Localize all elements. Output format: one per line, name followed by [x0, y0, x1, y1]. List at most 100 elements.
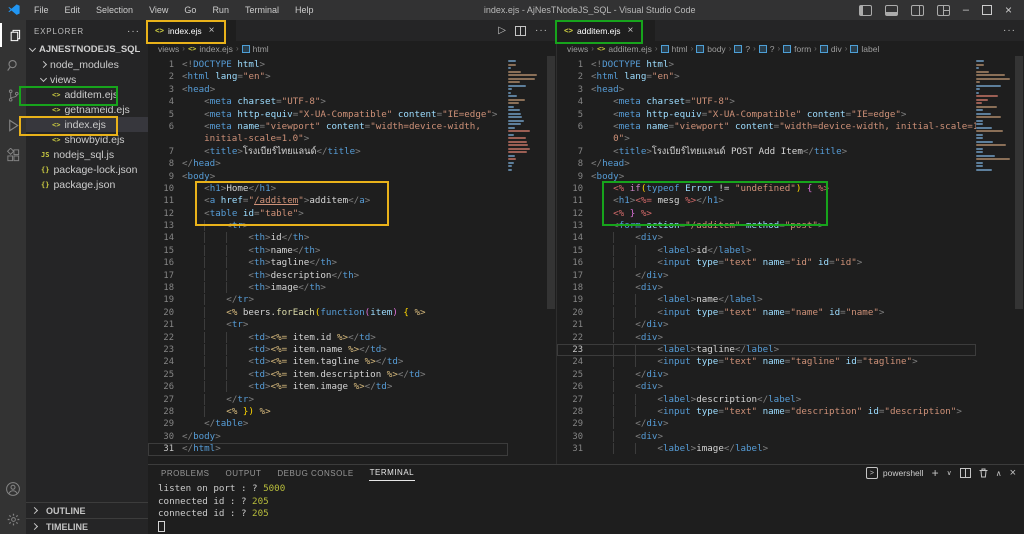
tab-label: index.ejs	[168, 26, 202, 36]
explorer-item-showbyid.ejs[interactable]: <>showbyid.ejs	[26, 132, 148, 147]
tab-index.ejs[interactable]: <>index.ejs×	[148, 20, 237, 41]
line-number: 12	[148, 208, 174, 220]
terminal-dropdown-icon[interactable]: ∨	[947, 469, 952, 477]
minimap[interactable]	[976, 56, 1014, 464]
breadcrumb-item-?[interactable]: ?	[759, 44, 775, 54]
more-actions-icon[interactable]: ···	[535, 25, 548, 36]
breadcrumb-item-body[interactable]: body	[696, 44, 725, 54]
code-line: 27 <label>description</label>	[557, 394, 976, 406]
close-tab-icon[interactable]: ×	[209, 25, 215, 36]
close-panel-icon[interactable]: ×	[1010, 467, 1016, 479]
explorer-icon[interactable]	[0, 20, 26, 50]
toggle-panel-icon[interactable]	[885, 5, 898, 16]
symbol-icon	[734, 45, 742, 53]
restore-button[interactable]	[982, 5, 992, 15]
explorer-more-actions-icon[interactable]: ···	[127, 26, 140, 37]
tab-label: additem.ejs	[577, 26, 620, 36]
breadcrumb-item-additem.ejs[interactable]: <>additem.ejs	[597, 44, 652, 54]
breadcrumb-item-?[interactable]: ?	[734, 44, 750, 54]
search-icon[interactable]	[0, 50, 26, 80]
toggle-sidebar-icon[interactable]	[859, 5, 872, 16]
breadcrumb-item-form[interactable]: form	[783, 44, 811, 54]
breadcrumb-item-views[interactable]: views	[158, 44, 179, 54]
scrollbar-thumb[interactable]	[547, 56, 555, 309]
editor-scrollbar[interactable]	[1014, 56, 1024, 464]
more-actions-icon[interactable]: ···	[1003, 25, 1016, 36]
menu-go[interactable]: Go	[177, 3, 203, 17]
source-control-icon[interactable]	[0, 80, 26, 110]
code-text: <meta name="viewport" content="width=dev…	[583, 121, 976, 133]
minimap[interactable]	[508, 56, 546, 464]
breadcrumb-separator: ›	[655, 44, 658, 53]
menu-view[interactable]: View	[142, 3, 175, 17]
settings-gear-icon[interactable]	[0, 504, 26, 534]
close-button[interactable]: ×	[1005, 5, 1012, 15]
breadcrumb-item-html[interactable]: html	[242, 44, 269, 54]
kill-terminal-icon[interactable]	[979, 468, 988, 478]
toggle-secondary-sidebar-icon[interactable]	[911, 5, 924, 16]
code-text: <% } %>	[583, 208, 652, 220]
line-number: 30	[557, 431, 583, 443]
code-line: 20 <% beers.forEach(function(item) { %>	[148, 307, 508, 319]
minimize-button[interactable]: –	[963, 6, 969, 15]
scrollbar-thumb[interactable]	[1015, 56, 1023, 309]
breadcrumb-item-html[interactable]: html	[661, 44, 688, 54]
split-terminal-icon[interactable]	[960, 468, 971, 478]
menu-selection[interactable]: Selection	[89, 3, 140, 17]
run-and-debug-icon[interactable]	[0, 110, 26, 140]
breadcrumb-item-index.ejs[interactable]: <>index.ejs	[188, 44, 233, 54]
panel-tab-debug-console[interactable]: DEBUG CONSOLE	[276, 466, 354, 481]
vscode-window: FileEditSelectionViewGoRunTerminalHelp i…	[0, 0, 1024, 534]
close-tab-icon[interactable]: ×	[628, 25, 634, 36]
explorer-item-package-lock.json[interactable]: {}package-lock.json	[26, 162, 148, 177]
panel-tab-terminal[interactable]: TERMINAL	[369, 465, 415, 481]
line-number: 11	[557, 195, 583, 207]
line-number: 19	[148, 294, 174, 306]
menu-edit[interactable]: Edit	[58, 3, 88, 17]
menu-terminal[interactable]: Terminal	[238, 3, 286, 17]
split-editor-icon[interactable]	[515, 26, 526, 36]
terminal-output[interactable]: listen on port : ? 5000connected id : ? …	[148, 481, 1024, 534]
symbol-icon	[661, 45, 669, 53]
code-text: <label>tagline</label>	[583, 344, 779, 356]
code-text: <title>โรงเบียร์ไทยแลนด์ POST Add Item</…	[583, 146, 847, 158]
code-line: 3<head>	[148, 84, 508, 96]
run-button[interactable]: ▷	[498, 25, 506, 36]
customize-layout-icon[interactable]	[937, 5, 950, 16]
sidebar-section-timeline[interactable]: TIMELINE	[26, 518, 148, 534]
breadcrumb-item-div[interactable]: div	[820, 44, 842, 54]
panel-tab-output[interactable]: OUTPUT	[224, 466, 262, 481]
menu-run[interactable]: Run	[205, 3, 236, 17]
explorer-item-getnameid.ejs[interactable]: <>getnameid.ejs	[26, 102, 148, 117]
account-icon[interactable]	[0, 474, 26, 504]
explorer-item-node_modules[interactable]: node_modules	[26, 57, 148, 72]
new-terminal-icon[interactable]: +	[932, 466, 939, 480]
menu-file[interactable]: File	[27, 3, 56, 17]
extensions-icon[interactable]	[0, 140, 26, 170]
code-line: 31 <label>image</label>	[557, 443, 976, 455]
code-line: 7 <title>โรงเบียร์ไทยแลนด์ POST Add Item…	[557, 146, 976, 158]
code-text: <meta charset="UTF-8">	[174, 96, 326, 108]
maximize-panel-icon[interactable]: ∧	[996, 469, 1002, 478]
code-lines[interactable]: 1<!DOCTYPE html>2<html lang="en">3<head>…	[148, 56, 508, 464]
explorer-item-index.ejs[interactable]: <>index.ejs	[26, 117, 148, 132]
code-text: <td><%= item.image %></td>	[174, 381, 392, 393]
line-number: 9	[148, 171, 174, 183]
breadcrumb-item-label[interactable]: label	[850, 44, 879, 54]
editor-scrollbar[interactable]	[546, 56, 556, 464]
explorer-sidebar: EXPLORER ··· AJNESTNODEJS_SQLnode_module…	[26, 20, 148, 534]
panel-tab-problems[interactable]: PROBLEMS	[160, 466, 210, 481]
explorer-item-package.json[interactable]: {}package.json	[26, 177, 148, 192]
tab-additem.ejs[interactable]: <>additem.ejs×	[557, 20, 656, 41]
breadcrumb-item-views[interactable]: views	[567, 44, 588, 54]
menu-help[interactable]: Help	[288, 3, 321, 17]
terminal-shell-label[interactable]: powershell	[883, 468, 924, 478]
sidebar-section-outline[interactable]: OUTLINE	[26, 502, 148, 518]
breadcrumb-separator: ›	[691, 44, 694, 53]
code-text: <label>description</label>	[583, 394, 801, 406]
explorer-item-additem.ejs[interactable]: <>additem.ejs	[26, 87, 148, 102]
explorer-item-views[interactable]: views	[26, 72, 148, 87]
code-lines[interactable]: 1<!DOCTYPE html>2<html lang="en">3<head>…	[557, 56, 976, 464]
explorer-item-AJNESTNODEJS_SQL[interactable]: AJNESTNODEJS_SQL	[26, 42, 148, 57]
explorer-item-nodejs_sql.js[interactable]: JSnodejs_sql.js	[26, 147, 148, 162]
